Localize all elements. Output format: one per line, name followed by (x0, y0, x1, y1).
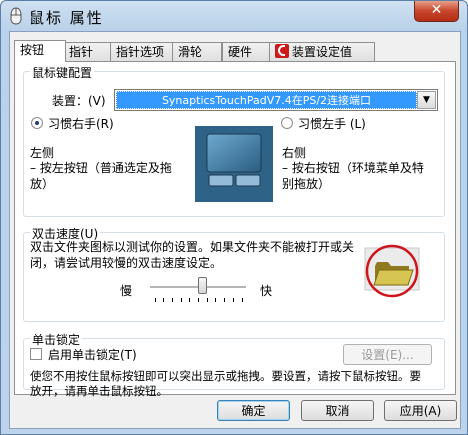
slider-tick (181, 298, 182, 302)
tab-pointer-options[interactable]: 指针选项 (110, 42, 174, 61)
apply-button[interactable]: 应用(A) (384, 400, 457, 421)
slider-tick (242, 298, 243, 302)
click-lock-group: 单击锁定 启用单击锁定(T) 设置(E)... 使您不用按住鼠标按钮即可以突出显… (23, 331, 445, 398)
enable-click-lock-checkbox[interactable] (30, 348, 42, 360)
slider-tick (155, 298, 156, 302)
slider-tick (224, 298, 225, 302)
device-select[interactable]: SynapticsTouchPadV7.4在PS/2连接端口 ▼ (114, 89, 438, 111)
slider-tick (189, 298, 190, 302)
tab-hardware[interactable]: 硬件 (222, 42, 272, 61)
synaptics-icon (275, 44, 289, 58)
chevron-down-icon[interactable]: ▼ (417, 91, 436, 109)
touchpad-image (195, 126, 273, 202)
device-select-value: SynapticsTouchPadV7.4在PS/2连接端口 (116, 91, 417, 109)
button-config-group: 鼠标键配置 装置：(V) SynapticsTouchPadV7.4在PS/2连… (23, 64, 445, 217)
ok-button[interactable]: 确定 (217, 400, 290, 421)
fast-label: 快 (260, 284, 273, 298)
button-config-legend: 鼠标键配置 (30, 64, 95, 81)
double-click-description: 双击文件夹图标以测试你的设置。如果文件夹不能被打开或关闭，请尝试用较慢的双击速度… (30, 240, 355, 270)
slider-tick (198, 298, 199, 302)
slider-tick (207, 298, 208, 302)
right-side-description: – 按右按钮（环境菜单及特别拖放） (282, 161, 424, 191)
slider-tick (172, 298, 173, 302)
tab-pointers[interactable]: 指针 (63, 42, 112, 61)
click-lock-settings-button[interactable]: 设置(E)... (343, 344, 432, 365)
buttons-tab-panel: 鼠标键配置 装置：(V) SynapticsTouchPadV7.4在PS/2连… (14, 61, 456, 398)
mouse-properties-window: 鼠标 属性 ✕ 按钮 指针 指针选项 滑轮 硬件 装置设定值 鼠标键配置 装置：… (0, 0, 468, 435)
tab-device-settings[interactable]: 装置设定值 (269, 42, 375, 61)
click-lock-description: 使您不用按住鼠标按钮即可以突出显示或拖拽。要设置，请按下鼠标按钮。要放开，请再单… (30, 369, 421, 398)
slider-thumb[interactable] (198, 277, 207, 294)
slow-label: 慢 (120, 284, 133, 298)
right-side-heading: 右侧 (282, 146, 307, 160)
close-button[interactable]: ✕ (414, 1, 459, 22)
right-hand-label[interactable]: 习惯右手(R) (48, 115, 114, 132)
tab-buttons[interactable]: 按钮 (14, 40, 66, 62)
slider-tick (163, 298, 164, 302)
right-hand-radio[interactable] (31, 117, 43, 129)
left-side-heading: 左侧 (30, 146, 55, 160)
close-icon: ✕ (430, 2, 443, 18)
window-title: 鼠标 属性 (29, 9, 104, 27)
slider-tick (233, 298, 234, 302)
dialog-client-area: 按钮 指针 指针选项 滑轮 硬件 装置设定值 鼠标键配置 装置：(V) Syna… (9, 31, 461, 429)
left-hand-radio[interactable] (281, 117, 293, 129)
cancel-button[interactable]: 取消 (301, 400, 374, 421)
tab-wheel[interactable]: 滑轮 (172, 42, 222, 61)
title-bar: 鼠标 属性 ✕ (1, 1, 467, 31)
left-hand-label[interactable]: 习惯左手 (L) (298, 115, 366, 132)
slider-tick (215, 298, 216, 302)
left-side-description: – 按左按钮（普通选定及拖放） (30, 161, 172, 191)
double-click-speed-group: 双击速度(U) 双击文件夹图标以测试你的设置。如果文件夹不能被打开或关闭，请尝试… (23, 225, 445, 322)
mouse-icon (10, 7, 22, 25)
enable-click-lock-label[interactable]: 启用单击锁定(T) (48, 346, 137, 363)
device-label: 装置：(V) (52, 94, 106, 108)
test-folder-icon[interactable] (357, 238, 427, 304)
double-click-speed-slider[interactable] (150, 277, 246, 307)
